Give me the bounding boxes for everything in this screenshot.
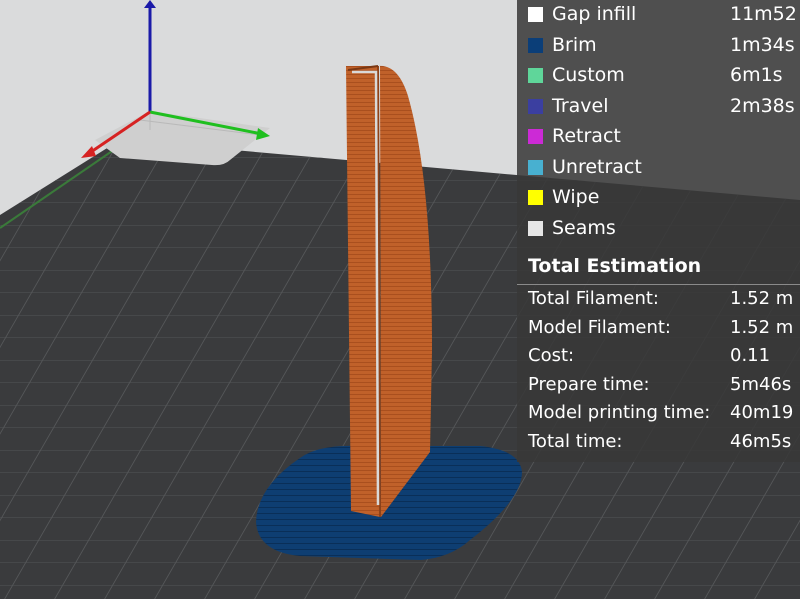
legend-item[interactable]: Custom 6m1s	[517, 61, 800, 91]
legend-color-swatch	[528, 7, 543, 22]
summary-row: Model Filament: 1.52 m	[517, 315, 800, 343]
legend-color-swatch	[528, 159, 543, 175]
summary-row: Total time: 46m5s	[517, 429, 800, 457]
legend-item-label: Wipe	[552, 186, 600, 208]
legend-item-label: Unretract	[552, 155, 642, 178]
legend-item-label: Brim	[552, 33, 597, 56]
summary-value: 1.52 m	[730, 288, 794, 309]
summary-row: Cost: 0.11	[517, 343, 800, 371]
legend-item[interactable]: Brim 1m34s	[517, 31, 800, 61]
summary-title: Total Estimation	[528, 255, 702, 277]
legend-item[interactable]: Unretract	[517, 153, 800, 183]
legend-item-time: 2m38s	[730, 94, 795, 117]
legend-item-time: 1m34s	[730, 33, 795, 56]
summary-value: 5m46s	[730, 373, 792, 395]
summary-row: Total Filament: 1.52 m	[517, 286, 800, 314]
summary-label: Model printing time:	[528, 402, 711, 424]
legend-color-swatch	[528, 220, 543, 236]
summary-label: Model Filament:	[528, 316, 671, 338]
summary-value: 40m19	[730, 402, 794, 424]
legend-item-label: Gap infill	[552, 3, 637, 25]
printed-model	[346, 65, 432, 518]
legend-color-swatch	[528, 68, 543, 83]
summary-label: Total Filament:	[528, 288, 659, 309]
legend-item[interactable]: Seams	[517, 214, 800, 244]
legend-item[interactable]: Gap infill 11m52	[517, 0, 800, 30]
summary-value: 0.11	[730, 345, 771, 367]
legend-item-label: Custom	[552, 64, 625, 86]
legend-color-swatch	[528, 129, 543, 144]
summary-label: Prepare time:	[528, 373, 650, 395]
legend-item-time: 6m1s	[730, 64, 783, 86]
legend-item-label: Travel	[552, 94, 609, 117]
legend-item[interactable]: Wipe	[517, 183, 800, 213]
legend-item-time: 11m52	[730, 3, 797, 25]
gcode-legend-panel: Gap infill 11m52 Brim 1m34s Custom 6m1s Travel…	[517, 0, 800, 462]
summary-label: Cost:	[528, 345, 575, 367]
legend-item[interactable]: Travel 2m38s	[517, 92, 800, 122]
legend-color-swatch	[528, 37, 543, 53]
summary-value: 1.52 m	[730, 316, 794, 338]
legend-color-swatch	[528, 190, 543, 205]
summary-value: 46m5s	[730, 431, 792, 452]
summary-label: Total time:	[528, 431, 623, 452]
summary-row: Model printing time: 40m19	[517, 400, 800, 428]
legend-item-label: Seams	[552, 216, 616, 239]
summary-divider	[517, 284, 800, 285]
legend-color-swatch	[528, 98, 543, 114]
summary-row: Prepare time: 5m46s	[517, 372, 800, 400]
legend-item-label: Retract	[552, 125, 621, 147]
legend-item[interactable]: Retract	[517, 122, 800, 152]
